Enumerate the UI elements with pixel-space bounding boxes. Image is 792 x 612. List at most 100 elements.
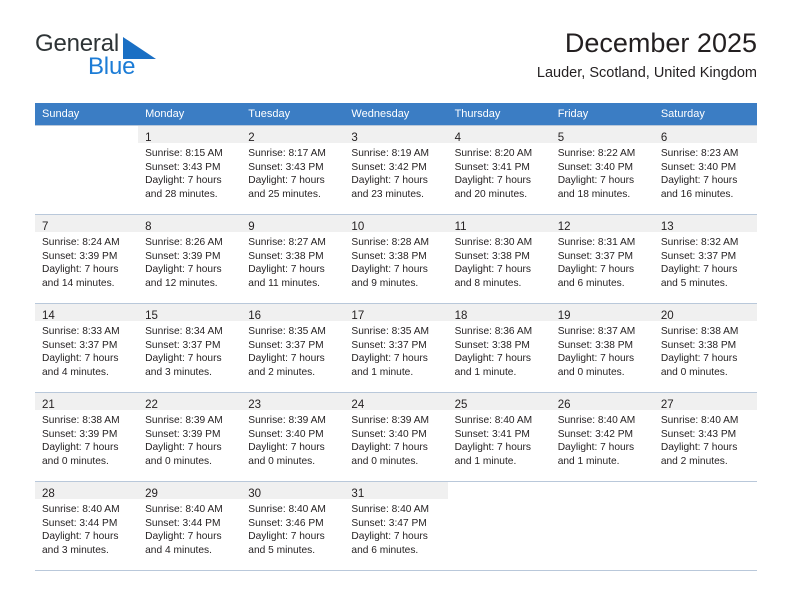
sunset-text: Sunset: 3:39 PM bbox=[42, 250, 118, 262]
day-cell-inner bbox=[653, 482, 757, 570]
daylight-text-line2: and 6 minutes. bbox=[557, 277, 625, 289]
daylight-text-line1: Daylight: 7 hours bbox=[557, 442, 635, 453]
sunset-text: Sunset: 3:40 PM bbox=[557, 161, 634, 173]
day-cell-details: Sunrise: 8:22 AM Sunset: 3:40 PM Daylight:… bbox=[551, 143, 654, 201]
day-cell-inner: 28 Sunrise: 8:40 AM Sunset: 3:44 PM Dayligh… bbox=[35, 482, 139, 570]
sunset-text: Sunset: 3:41 PM bbox=[454, 428, 530, 440]
sunset-text: Sunset: 3:44 PM bbox=[145, 517, 221, 529]
calendar-day-cell[interactable]: 18 Sunrise: 8:36 AM Sunset: 3:38 PM Dayligh… bbox=[447, 303, 551, 393]
sunset-text: Sunset: 3:41 PM bbox=[454, 161, 530, 173]
day-cell-details: Sunrise: 8:40 AM Sunset: 3:42 PM Daylight:… bbox=[551, 410, 654, 468]
calendar-day-cell[interactable]: 9 Sunrise: 8:27 AM Sunset: 3:38 PM Daylight… bbox=[241, 214, 345, 304]
sunrise-text: Sunrise: 8:30 AM bbox=[454, 237, 533, 248]
daylight-text-line1: Daylight: 7 hours bbox=[248, 442, 325, 453]
calendar-day-cell[interactable]: 7 Sunrise: 8:24 AM Sunset: 3:39 PM Daylight… bbox=[35, 214, 139, 304]
calendar-day-cell[interactable]: 13 Sunrise: 8:32 AM Sunset: 3:37 PM Dayligh… bbox=[653, 214, 757, 304]
calendar-day-cell[interactable]: 23 Sunrise: 8:39 AM Sunset: 3:40 PM Dayligh… bbox=[241, 392, 345, 482]
day-cell-inner: 12 Sunrise: 8:31 AM Sunset: 3:37 PM Dayligh… bbox=[550, 215, 654, 303]
calendar-week-row: 1 Sunrise: 8:15 AM Sunset: 3:43 PM Daylight… bbox=[35, 125, 757, 215]
daylight-text-line2: and 16 minutes. bbox=[660, 188, 734, 200]
day-number: 18 bbox=[454, 310, 468, 322]
sunrise-text: Sunrise: 8:33 AM bbox=[42, 326, 120, 337]
calendar-day-cell[interactable]: 11 Sunrise: 8:30 AM Sunset: 3:38 PM Dayligh… bbox=[447, 214, 551, 304]
calendar-day-cell[interactable]: 14 Sunrise: 8:33 AM Sunset: 3:37 PM Dayligh… bbox=[35, 303, 139, 393]
page-header: General Blue December 2025 Lauder, Scotl… bbox=[35, 26, 757, 88]
day-number-bar: 21 bbox=[35, 393, 139, 411]
calendar-day-cell[interactable]: 27 Sunrise: 8:40 AM Sunset: 3:43 PM Dayligh… bbox=[653, 392, 757, 482]
calendar-day-cell[interactable]: 2 Sunrise: 8:17 AM Sunset: 3:43 PM Daylight… bbox=[241, 125, 345, 215]
calendar-day-cell[interactable]: 22 Sunrise: 8:39 AM Sunset: 3:39 PM Dayligh… bbox=[138, 392, 242, 482]
daylight-text-line2: and 25 minutes. bbox=[248, 188, 321, 200]
calendar-day-cell[interactable]: 28 Sunrise: 8:40 AM Sunset: 3:44 PM Dayligh… bbox=[35, 481, 139, 571]
day-number: 14 bbox=[42, 310, 55, 322]
sunset-text: Sunset: 3:38 PM bbox=[660, 339, 737, 351]
calendar-day-cell[interactable]: 20 Sunrise: 8:38 AM Sunset: 3:38 PM Dayligh… bbox=[653, 303, 757, 393]
day-number-bar: 30 bbox=[241, 482, 345, 500]
calendar-day-cell[interactable]: 24 Sunrise: 8:39 AM Sunset: 3:40 PM Dayligh… bbox=[344, 392, 448, 482]
day-cell-details: Sunrise: 8:27 AM Sunset: 3:38 PM Daylight:… bbox=[241, 232, 344, 290]
calendar-day-cell[interactable]: 15 Sunrise: 8:34 AM Sunset: 3:37 PM Dayligh… bbox=[138, 303, 242, 393]
sunset-text: Sunset: 3:37 PM bbox=[660, 250, 737, 262]
daylight-text-line2: and 0 minutes. bbox=[660, 366, 728, 378]
day-cell-details: Sunrise: 8:39 AM Sunset: 3:39 PM Daylight:… bbox=[138, 410, 241, 468]
calendar-day-cell[interactable]: 21 Sunrise: 8:38 AM Sunset: 3:39 PM Dayligh… bbox=[35, 392, 139, 482]
calendar-day-cell[interactable]: 4 Sunrise: 8:20 AM Sunset: 3:41 PM Daylight… bbox=[447, 125, 551, 215]
calendar-day-cell[interactable]: 16 Sunrise: 8:35 AM Sunset: 3:37 PM Dayligh… bbox=[241, 303, 345, 393]
calendar-day-cell[interactable]: 8 Sunrise: 8:26 AM Sunset: 3:39 PM Daylight… bbox=[138, 214, 242, 304]
day-cell-inner: 15 Sunrise: 8:34 AM Sunset: 3:37 PM Dayligh… bbox=[138, 304, 242, 392]
day-cell-details bbox=[448, 499, 551, 503]
calendar-day-cell[interactable]: 29 Sunrise: 8:40 AM Sunset: 3:44 PM Dayligh… bbox=[138, 481, 242, 571]
daylight-text-line1: Daylight: 7 hours bbox=[557, 353, 635, 364]
daylight-text-line1: Daylight: 7 hours bbox=[660, 442, 738, 453]
day-cell-inner: 27 Sunrise: 8:40 AM Sunset: 3:43 PM Dayligh… bbox=[653, 393, 757, 481]
day-cell-inner: 23 Sunrise: 8:39 AM Sunset: 3:40 PM Dayligh… bbox=[241, 393, 345, 481]
day-number: 26 bbox=[557, 399, 571, 411]
day-number: 25 bbox=[454, 399, 468, 411]
daylight-text-line2: and 4 minutes. bbox=[42, 366, 109, 378]
calendar-day-cell[interactable]: 5 Sunrise: 8:22 AM Sunset: 3:40 PM Daylight… bbox=[550, 125, 654, 215]
sunrise-text: Sunrise: 8:27 AM bbox=[248, 237, 326, 248]
sunset-text: Sunset: 3:43 PM bbox=[248, 161, 324, 173]
calendar-day-cell[interactable]: 10 Sunrise: 8:28 AM Sunset: 3:38 PM Dayligh… bbox=[344, 214, 448, 304]
day-cell-details: Sunrise: 8:32 AM Sunset: 3:37 PM Daylight:… bbox=[654, 232, 757, 290]
calendar-page: General Blue December 2025 Lauder, Scotl… bbox=[0, 0, 792, 612]
day-cell-inner: 30 Sunrise: 8:40 AM Sunset: 3:46 PM Dayligh… bbox=[241, 482, 345, 570]
day-cell-details bbox=[654, 499, 757, 503]
calendar-day-cell[interactable]: 1 Sunrise: 8:15 AM Sunset: 3:43 PM Daylight… bbox=[138, 125, 242, 215]
calendar-day-cell[interactable]: 25 Sunrise: 8:40 AM Sunset: 3:41 PM Dayligh… bbox=[447, 392, 551, 482]
day-cell-details: Sunrise: 8:34 AM Sunset: 3:37 PM Daylight:… bbox=[138, 321, 241, 379]
day-number-bar: 1 bbox=[138, 126, 242, 144]
calendar-day-cell[interactable]: 6 Sunrise: 8:23 AM Sunset: 3:40 PM Daylight… bbox=[653, 125, 757, 215]
day-number-bar: 19 bbox=[550, 304, 654, 322]
calendar-day-cell[interactable]: 3 Sunrise: 8:19 AM Sunset: 3:42 PM Daylight… bbox=[344, 125, 448, 215]
day-number-bar: 10 bbox=[344, 215, 448, 233]
calendar-day-cell[interactable]: 31 Sunrise: 8:40 AM Sunset: 3:47 PM Dayligh… bbox=[344, 481, 448, 571]
day-number-bar: 14 bbox=[35, 304, 139, 322]
sunset-text: Sunset: 3:37 PM bbox=[351, 339, 427, 351]
sunrise-text: Sunrise: 8:38 AM bbox=[42, 415, 120, 426]
day-cell-inner: 13 Sunrise: 8:32 AM Sunset: 3:37 PM Dayligh… bbox=[653, 215, 757, 303]
sunrise-text: Sunrise: 8:40 AM bbox=[557, 415, 636, 426]
daylight-text-line2: and 0 minutes. bbox=[557, 366, 625, 378]
calendar-day-cell[interactable]: 30 Sunrise: 8:40 AM Sunset: 3:46 PM Dayligh… bbox=[241, 481, 345, 571]
daylight-text-line1: Daylight: 7 hours bbox=[248, 531, 325, 542]
day-number: 24 bbox=[351, 399, 365, 411]
calendar-day-cell[interactable]: 12 Sunrise: 8:31 AM Sunset: 3:37 PM Dayligh… bbox=[550, 214, 654, 304]
weekday-header-saturday: Saturday bbox=[653, 103, 757, 126]
calendar-day-cell[interactable]: 17 Sunrise: 8:35 AM Sunset: 3:37 PM Dayligh… bbox=[344, 303, 448, 393]
title-block: December 2025 Lauder, Scotland, United K… bbox=[537, 26, 757, 84]
day-number-bar: 20 bbox=[653, 304, 757, 322]
day-cell-inner: 18 Sunrise: 8:36 AM Sunset: 3:38 PM Dayligh… bbox=[447, 304, 551, 392]
sunrise-text: Sunrise: 8:40 AM bbox=[145, 504, 223, 515]
day-cell-inner: 11 Sunrise: 8:30 AM Sunset: 3:38 PM Dayligh… bbox=[447, 215, 551, 303]
calendar-day-cell[interactable]: 26 Sunrise: 8:40 AM Sunset: 3:42 PM Dayligh… bbox=[550, 392, 654, 482]
day-number-bar: 2 bbox=[241, 126, 345, 144]
sunrise-text: Sunrise: 8:15 AM bbox=[145, 148, 223, 159]
sunset-text: Sunset: 3:39 PM bbox=[145, 250, 221, 262]
day-number: 19 bbox=[557, 310, 571, 322]
daylight-text-line2: and 28 minutes. bbox=[145, 188, 218, 200]
day-cell-inner: 3 Sunrise: 8:19 AM Sunset: 3:42 PM Daylight… bbox=[344, 126, 448, 214]
calendar-day-cell-empty bbox=[447, 481, 551, 571]
sunset-text: Sunset: 3:42 PM bbox=[351, 161, 427, 173]
calendar-day-cell[interactable]: 19 Sunrise: 8:37 AM Sunset: 3:38 PM Dayligh… bbox=[550, 303, 654, 393]
